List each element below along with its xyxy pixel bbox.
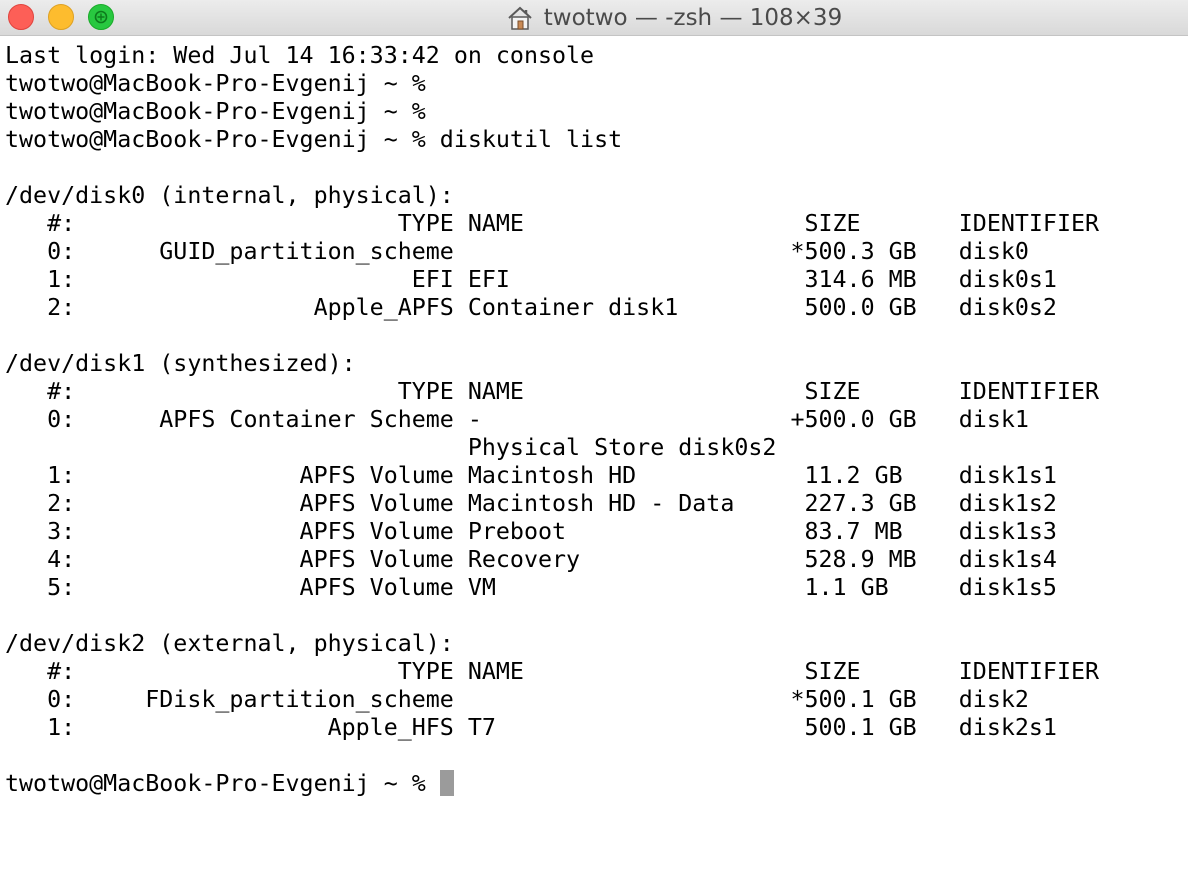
terminal-line: 1: Apple_HFS T7 500.1 GB disk2s1 bbox=[5, 714, 1057, 741]
home-icon bbox=[508, 6, 532, 30]
terminal-line: 1: EFI EFI 314.6 MB disk0s1 bbox=[5, 266, 1057, 293]
title-bar[interactable]: twotwo — -zsh — 108×39 bbox=[0, 0, 1188, 36]
terminal-line: twotwo@MacBook-Pro-Evgenij ~ % diskutil … bbox=[5, 126, 623, 153]
terminal-line: 0: FDisk_partition_scheme *500.1 GB disk… bbox=[5, 686, 1029, 713]
window-title-text: twotwo — -zsh — 108×39 bbox=[543, 4, 843, 31]
terminal-line: Last login: Wed Jul 14 16:33:42 on conso… bbox=[5, 42, 595, 69]
terminal-line: twotwo@MacBook-Pro-Evgenij ~ % bbox=[5, 98, 426, 125]
text-cursor bbox=[439, 770, 454, 796]
terminal-line: 3: APFS Volume Preboot 83.7 MB disk1s3 bbox=[5, 518, 1057, 545]
terminal-line: /dev/disk1 (synthesized): bbox=[5, 350, 356, 377]
terminal-output[interactable]: Last login: Wed Jul 14 16:33:42 on conso… bbox=[5, 42, 1185, 798]
terminal-line: 4: APFS Volume Recovery 528.9 MB disk1s4 bbox=[5, 546, 1057, 573]
terminal-line: twotwo@MacBook-Pro-Evgenij ~ % bbox=[5, 70, 426, 97]
terminal-line: 1: APFS Volume Macintosh HD 11.2 GB disk… bbox=[5, 462, 1057, 489]
terminal-line: 0: GUID_partition_scheme *500.3 GB disk0 bbox=[5, 238, 1029, 265]
terminal-line: #: TYPE NAME SIZE IDENTIFIER bbox=[5, 210, 1100, 237]
terminal-line: /dev/disk0 (internal, physical): bbox=[5, 182, 454, 209]
terminal-line: #: TYPE NAME SIZE IDENTIFIER bbox=[5, 378, 1100, 405]
prompt-text: twotwo@MacBook-Pro-Evgenij ~ % bbox=[5, 770, 440, 797]
terminal-line: 0: APFS Container Scheme - +500.0 GB dis… bbox=[5, 406, 1029, 433]
terminal-line: Physical Store disk0s2 bbox=[5, 434, 777, 461]
window-title: twotwo — -zsh — 108×39 bbox=[0, 0, 1188, 35]
terminal-line: 2: APFS Volume Macintosh HD - Data 227.3… bbox=[5, 490, 1057, 517]
prompt-line[interactable]: twotwo@MacBook-Pro-Evgenij ~ % bbox=[5, 770, 1185, 798]
terminal-line: 5: APFS Volume VM 1.1 GB disk1s5 bbox=[5, 574, 1057, 601]
terminal-line: #: TYPE NAME SIZE IDENTIFIER bbox=[5, 658, 1100, 685]
terminal-line: /dev/disk2 (external, physical): bbox=[5, 630, 454, 657]
terminal-window: twotwo — -zsh — 108×39 Last login: Wed J… bbox=[0, 0, 1188, 874]
terminal-line: 2: Apple_APFS Container disk1 500.0 GB d… bbox=[5, 294, 1057, 321]
